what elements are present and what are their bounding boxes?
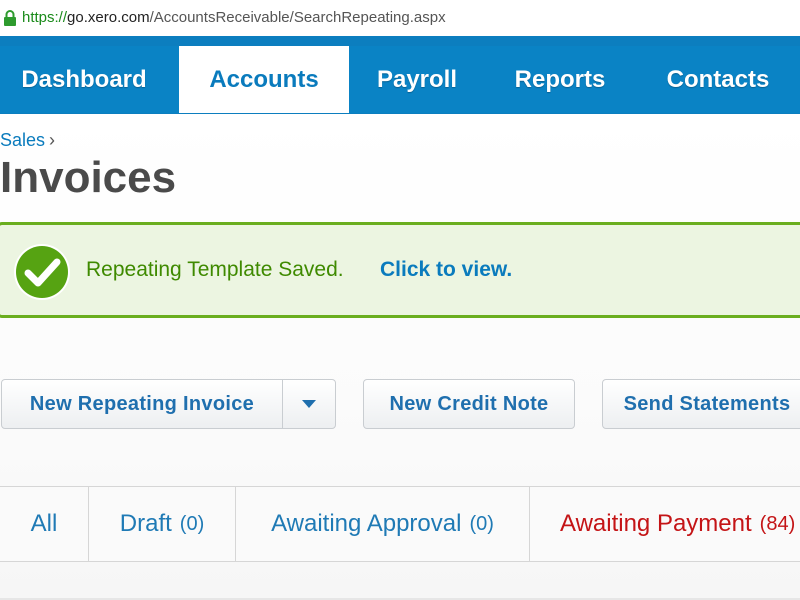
top-navigation: Dashboard Accounts Payroll Reports Conta… [0,36,800,114]
status-tab-count: (0) [469,512,494,535]
breadcrumb-separator: › [49,130,56,150]
status-tab-awaiting-payment[interactable]: Awaiting Payment (84) [530,487,800,561]
status-tab-label: All [30,510,58,537]
breadcrumb-link-sales[interactable]: Sales [0,130,45,150]
status-tab-draft[interactable]: Draft (0) [89,487,236,561]
status-tab-count: (0) [179,512,205,535]
nav-tab-reports[interactable]: Reports [492,46,628,113]
lock-icon [3,10,17,31]
page-title: Invoices [0,153,177,202]
address-bar[interactable]: https://go.xero.com/AccountsReceivable/S… [0,0,800,37]
new-repeating-invoice-split-button: New Repeating Invoice [1,379,336,429]
banner-message: Repeating Template Saved. [86,258,344,281]
caret-down-icon [302,395,316,413]
status-tab-label: Awaiting Approval [271,510,462,537]
status-tab-label: Awaiting Payment [560,510,752,537]
nav-tab-accounts[interactable]: Accounts [179,46,349,113]
check-circle-icon [12,243,72,306]
breadcrumb: Sales › [0,130,55,151]
nav-tab-dashboard[interactable]: Dashboard [0,46,168,113]
status-tab-count: (84) [759,512,796,535]
new-credit-note-button[interactable]: New Credit Note [363,379,575,429]
new-repeating-invoice-button[interactable]: New Repeating Invoice [2,380,282,428]
nav-tab-payroll[interactable]: Payroll [352,46,482,113]
new-invoice-dropdown-button[interactable] [283,380,335,428]
status-tab-label: Draft [119,510,172,537]
nav-tab-contacts[interactable]: Contacts [640,46,796,113]
status-tab-all[interactable]: All [0,487,89,561]
status-tab-awaiting-approval[interactable]: Awaiting Approval (0) [236,487,530,561]
url-text: https://go.xero.com/AccountsReceivable/S… [22,9,446,26]
banner-view-link[interactable]: Click to view. [380,258,512,282]
send-statements-button[interactable]: Send Statements [602,379,800,429]
